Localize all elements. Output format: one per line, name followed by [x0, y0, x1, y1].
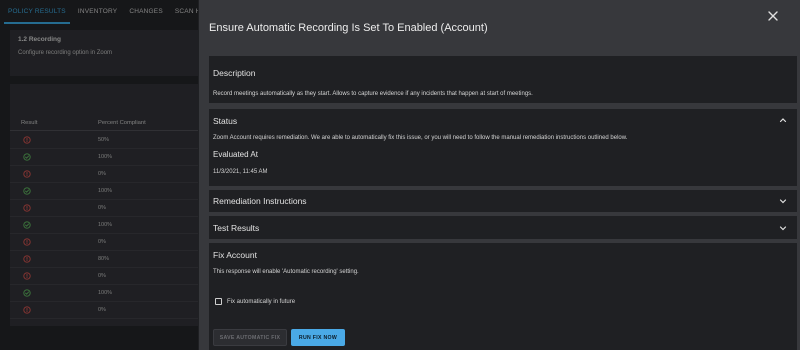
status-heading[interactable]: Status	[213, 116, 237, 126]
evaluated-at-label: Evaluated At	[213, 150, 258, 159]
modal-title: Ensure Automatic Recording Is Set To Ena…	[209, 22, 488, 34]
status-text: Zoom Account requires remediation. We ar…	[213, 135, 628, 141]
fix-automatically-label[interactable]: Fix automatically in future	[227, 299, 295, 305]
test-results-heading[interactable]: Test Results	[213, 223, 259, 233]
fix-account-heading: Fix Account	[213, 250, 257, 260]
close-icon[interactable]	[766, 9, 780, 23]
chevron-up-icon[interactable]	[779, 116, 787, 124]
description-text: Record meetings automatically as they st…	[213, 91, 533, 97]
description-panel: Description Record meetings automaticall…	[209, 56, 797, 103]
evaluated-at-value: 11/3/2021, 11:45 AM	[213, 169, 268, 175]
fix-account-panel: Fix Account This response will enable 'A…	[209, 243, 797, 350]
fix-automatically-checkbox[interactable]	[215, 298, 222, 305]
app-root: POLICY RESULTS INVENTORY CHANGES SCAN HI…	[0, 0, 800, 350]
remediation-heading[interactable]: Remediation Instructions	[213, 196, 307, 206]
chevron-down-icon[interactable]	[779, 224, 787, 232]
remediation-panel[interactable]: Remediation Instructions	[209, 190, 797, 212]
chevron-down-icon[interactable]	[779, 197, 787, 205]
policy-detail-modal: Ensure Automatic Recording Is Set To Ena…	[198, 0, 800, 350]
fix-account-text: This response will enable 'Automatic rec…	[213, 269, 359, 275]
description-heading: Description	[213, 68, 256, 78]
run-fix-now-button[interactable]: RUN FIX NOW	[291, 329, 345, 346]
save-automatic-fix-button[interactable]: SAVE AUTOMATIC FIX	[213, 329, 287, 346]
test-results-panel[interactable]: Test Results	[209, 216, 797, 239]
status-panel: Status Zoom Account requires remediation…	[209, 109, 797, 186]
